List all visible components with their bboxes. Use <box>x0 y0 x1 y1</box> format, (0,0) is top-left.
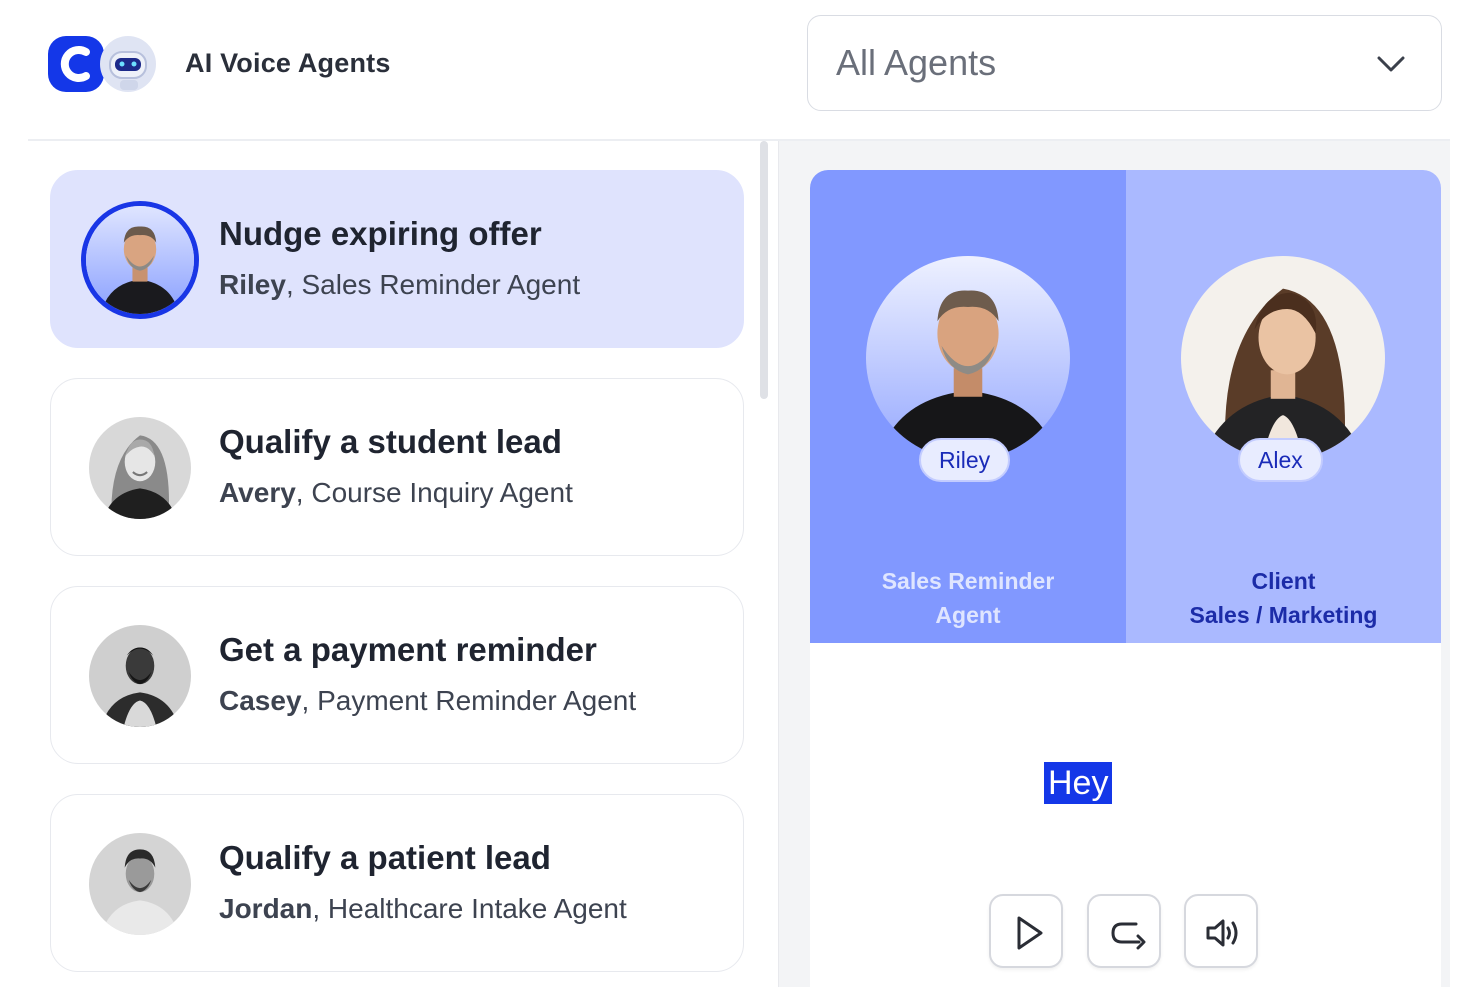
agent-role: , Sales Reminder Agent <box>285 269 581 300</box>
agent-name: Casey <box>219 685 302 716</box>
avatar <box>89 625 191 727</box>
agent-role: , Payment Reminder Agent <box>301 685 637 716</box>
transcript-text: Hey <box>1044 762 1113 804</box>
app-header: AI Voice Agents All Agents <box>0 0 1480 140</box>
agent-name: Avery <box>219 477 296 508</box>
client-role-line1: Client <box>1251 568 1316 594</box>
agent-role: , Healthcare Intake Agent <box>312 893 627 924</box>
volume-button[interactable] <box>1184 894 1258 968</box>
scenario-list: Nudge expiring offer Riley, Sales Remind… <box>0 141 778 987</box>
agent-role: , Course Inquiry Agent <box>295 477 573 508</box>
scenario-card[interactable]: Qualify a student lead Avery, Course Inq… <box>50 378 744 556</box>
call-panel: Riley Sales Reminder Agent Alex Client S… <box>810 170 1441 987</box>
list-scrollbar[interactable] <box>760 141 768 399</box>
scenario-title: Get a payment reminder <box>219 631 597 668</box>
play-icon <box>1017 916 1043 950</box>
agent-role-line1: Sales Reminder <box>881 568 1055 594</box>
agent-filter-select[interactable]: All Agents <box>807 15 1442 111</box>
agent-avatar <box>866 256 1070 460</box>
agent-role-line2: Agent <box>935 602 1001 628</box>
agent-role-label: Sales Reminder Agent <box>810 564 1126 632</box>
replay-button[interactable] <box>1087 894 1161 968</box>
scenario-title: Qualify a student lead <box>219 423 562 460</box>
scenario-agent: Avery, Course Inquiry Agent <box>219 477 573 509</box>
scenario-card[interactable]: Nudge expiring offer Riley, Sales Remind… <box>50 170 744 348</box>
agent-name: Riley <box>219 269 286 300</box>
agent-filter-value: All Agents <box>836 42 997 83</box>
client-role-label: Client Sales / Marketing <box>1126 564 1441 632</box>
scenario-title: Qualify a patient lead <box>219 839 551 876</box>
client-role-line2: Sales / Marketing <box>1189 602 1378 628</box>
agent-name: Jordan <box>219 893 313 924</box>
scenario-card[interactable]: Get a payment reminder Casey, Payment Re… <box>50 586 744 764</box>
chevron-down-icon <box>1377 56 1405 72</box>
return-icon <box>1111 922 1146 950</box>
scenario-card[interactable]: Qualify a patient lead Jordan, Healthcar… <box>50 794 744 972</box>
scenario-agent: Jordan, Healthcare Intake Agent <box>219 893 627 925</box>
scenario-agent: Riley, Sales Reminder Agent <box>219 269 580 301</box>
scenario-agent: Casey, Payment Reminder Agent <box>219 685 636 717</box>
avatar <box>89 833 191 935</box>
play-button[interactable] <box>989 894 1063 968</box>
client-avatar <box>1181 256 1385 460</box>
scenario-title: Nudge expiring offer <box>219 215 542 252</box>
client-name-badge: Alex <box>1238 438 1323 482</box>
agent-column: Riley Sales Reminder Agent <box>810 170 1126 643</box>
volume-icon <box>1206 919 1238 947</box>
client-column: Alex Client Sales / Marketing <box>1126 170 1441 643</box>
avatar <box>89 417 191 519</box>
app-title: AI Voice Agents <box>185 48 391 78</box>
avatar <box>81 201 199 319</box>
app-logo[interactable] <box>48 34 158 94</box>
agent-name-badge: Riley <box>919 438 1011 482</box>
